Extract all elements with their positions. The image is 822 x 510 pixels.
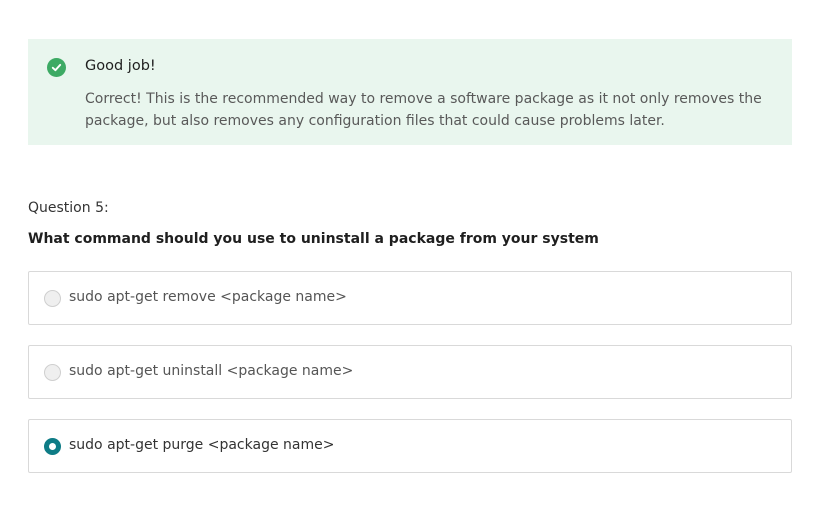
answer-option-label: sudo apt-get purge <package name>	[69, 437, 335, 453]
answer-option-purge[interactable]: sudo apt-get purge <package name>	[28, 419, 792, 473]
feedback-message: Correct! This is the recommended way to …	[85, 91, 762, 129]
answer-option-label: sudo apt-get remove <package name>	[69, 289, 347, 305]
answer-option-remove[interactable]: sudo apt-get remove <package name>	[28, 271, 792, 325]
radio-button[interactable]	[44, 290, 61, 307]
question-text: What command should you use to uninstall…	[28, 231, 599, 247]
answer-option-label: sudo apt-get uninstall <package name>	[69, 363, 354, 379]
answer-option-uninstall[interactable]: sudo apt-get uninstall <package name>	[28, 345, 792, 399]
question-number: Question 5:	[28, 200, 109, 216]
feedback-title: Good job!	[85, 58, 156, 74]
radio-button-selected[interactable]	[44, 438, 61, 455]
check-circle-icon	[47, 58, 66, 77]
feedback-banner: Good job! Correct! This is the recommend…	[28, 39, 792, 145]
radio-button[interactable]	[44, 364, 61, 381]
